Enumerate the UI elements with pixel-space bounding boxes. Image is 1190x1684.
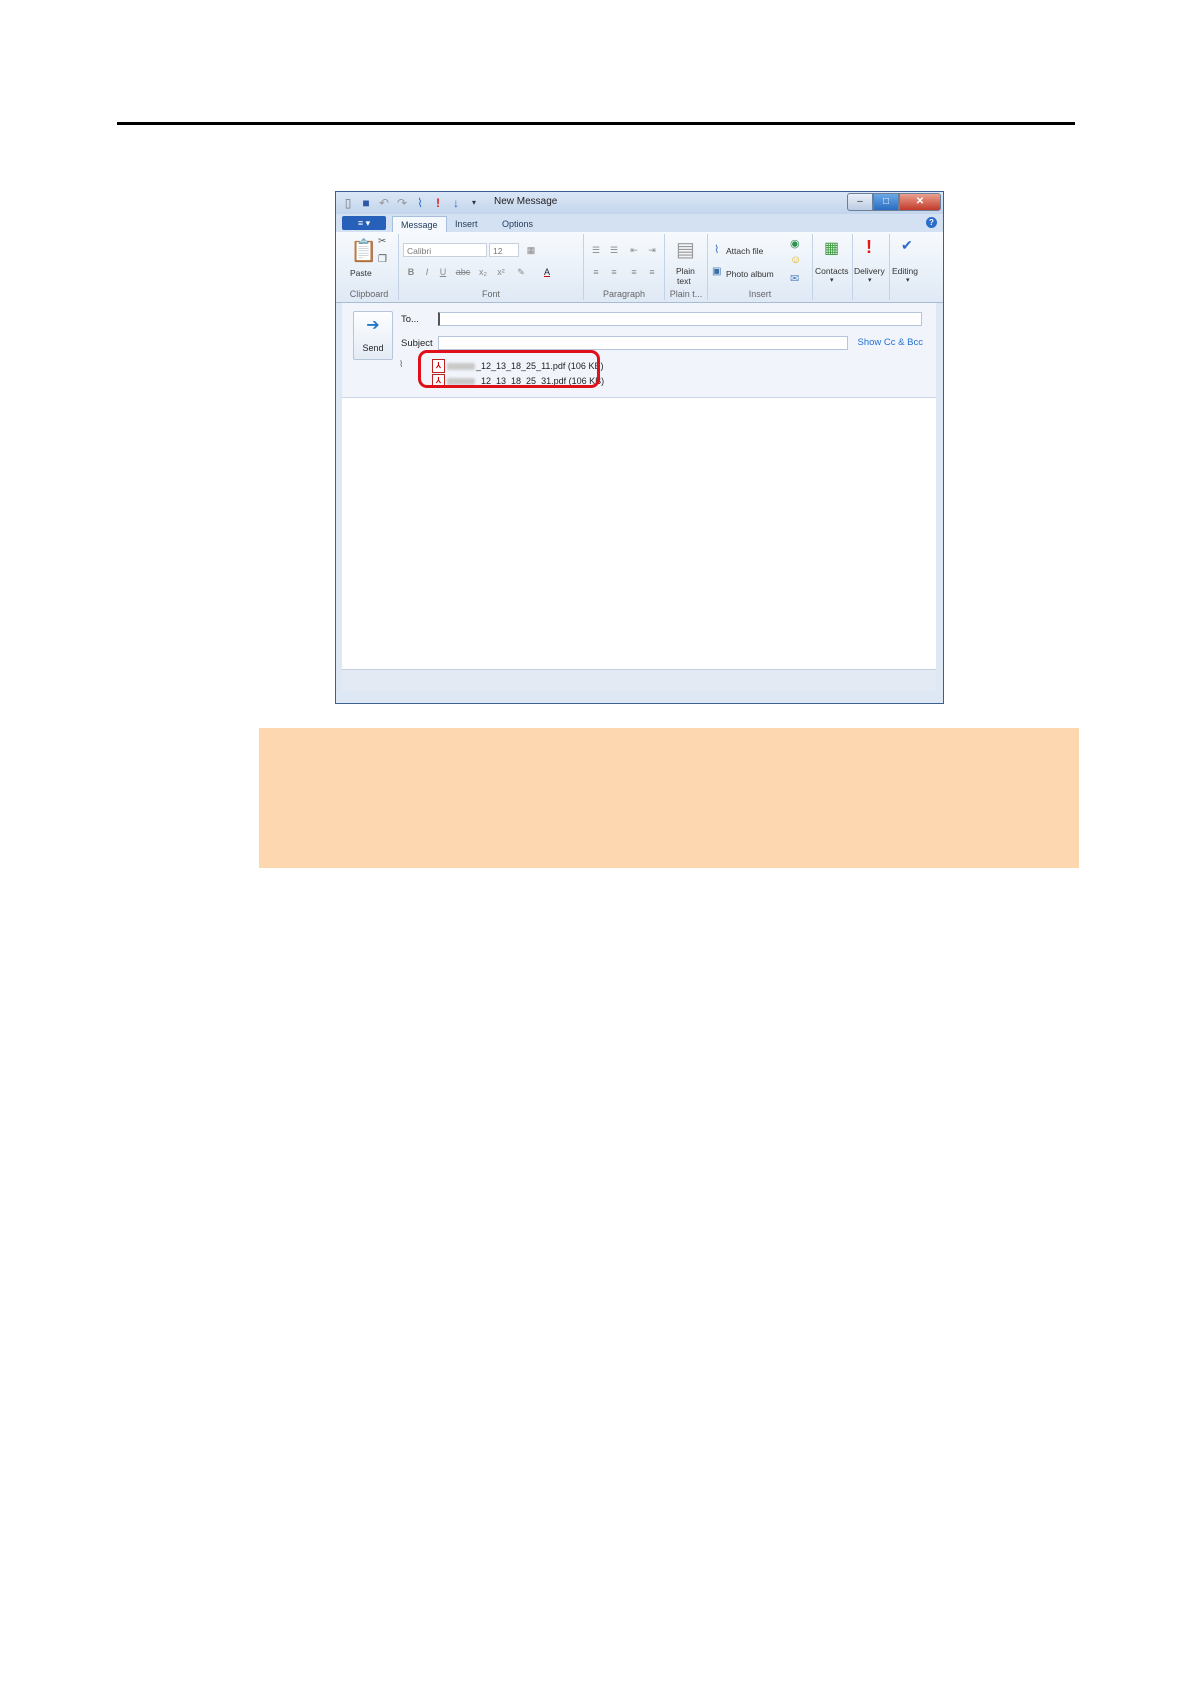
- font-color-icon[interactable]: A: [539, 265, 555, 279]
- title-bar: ▯ ■ ↶ ↷ ⌇ ! ↓ ▾ New Message – □ ✕: [336, 192, 943, 214]
- tab-options[interactable]: Options: [494, 216, 541, 232]
- minimize-button[interactable]: –: [847, 193, 873, 211]
- increase-indent-icon[interactable]: ⇥: [644, 243, 660, 257]
- to-field[interactable]: [438, 312, 922, 326]
- attachment-paperclip-icon: ⌇: [399, 359, 404, 369]
- signature-icon[interactable]: ◉: [790, 237, 800, 250]
- justify-icon[interactable]: ≡: [644, 265, 660, 279]
- delivery-icon[interactable]: !: [866, 237, 872, 258]
- editing-dropdown-icon[interactable]: ▾: [906, 276, 910, 284]
- file-menu-button[interactable]: ≡ ▾: [342, 216, 386, 230]
- contacts-dropdown-icon[interactable]: ▾: [830, 276, 834, 284]
- delivery-dropdown-icon[interactable]: ▾: [868, 276, 872, 284]
- help-icon[interactable]: ?: [926, 217, 937, 228]
- italic-button[interactable]: I: [419, 265, 435, 279]
- qat-dropdown-icon[interactable]: ▾: [468, 196, 480, 210]
- attach-file-button[interactable]: Attach file: [726, 246, 763, 256]
- editing-group: ✔ Editing ▾: [891, 234, 927, 300]
- window-controls: – □ ✕: [847, 193, 941, 211]
- contacts-group: ▦ Contacts ▾: [814, 234, 853, 300]
- tab-insert[interactable]: Insert: [447, 216, 486, 232]
- font-name-select[interactable]: Calibri: [403, 243, 487, 257]
- underline-button[interactable]: U: [435, 265, 451, 279]
- close-button[interactable]: ✕: [899, 193, 941, 211]
- delivery-group: ! Delivery ▾: [854, 234, 890, 300]
- font-size-select[interactable]: 12: [489, 243, 519, 257]
- plain-text-group: ▤ Plain text Plain t...: [665, 234, 708, 300]
- status-bar: [342, 669, 936, 691]
- bullet-list-icon[interactable]: ☰: [606, 243, 622, 257]
- copy-icon[interactable]: ❐: [378, 254, 387, 265]
- format-painter-icon[interactable]: ▦: [523, 243, 539, 257]
- insert-group: ⌇ Attach file ▣ Photo album ◉ ☺ ✉ Insert: [708, 234, 813, 300]
- emoticon-icon[interactable]: ☺: [790, 254, 801, 266]
- photo-album-icon[interactable]: ▣: [712, 266, 721, 277]
- to-button[interactable]: To...: [401, 314, 419, 325]
- subject-label: Subject: [401, 338, 433, 349]
- strikethrough-button[interactable]: abc: [455, 265, 471, 279]
- save-icon[interactable]: ■: [360, 196, 372, 210]
- contacts-button[interactable]: Contacts: [815, 266, 849, 276]
- note-box: [259, 728, 1079, 868]
- message-header: ➔ Send To... Subject Show Cc & Bcc ⌇ ⅄ _…: [342, 303, 936, 398]
- attachments-highlight-ring: [418, 350, 600, 388]
- show-cc-bcc-link[interactable]: Show Cc & Bcc: [858, 337, 923, 348]
- align-center-icon[interactable]: ≡: [606, 265, 622, 279]
- align-right-icon[interactable]: ≡: [626, 265, 642, 279]
- attach-file-icon[interactable]: ⌇: [714, 243, 719, 256]
- new-doc-icon[interactable]: ▯: [342, 196, 354, 210]
- delivery-button[interactable]: Delivery: [854, 266, 885, 276]
- low-priority-icon[interactable]: ↓: [450, 196, 462, 210]
- page-top-rule: [117, 122, 1075, 125]
- subscript-button[interactable]: x₂: [475, 265, 491, 279]
- window-title: New Message: [494, 196, 558, 207]
- send-label: Send: [362, 343, 384, 353]
- paste-icon[interactable]: 📋: [350, 238, 377, 264]
- insert-group-label: Insert: [748, 289, 772, 299]
- plain-text-icon[interactable]: ▤: [676, 237, 695, 262]
- paragraph-group: ☰ ☰ ⇤ ⇥ ≡ ≡ ≡ ≡ Paragraph: [584, 234, 665, 300]
- bold-button[interactable]: B: [403, 265, 419, 279]
- contacts-icon[interactable]: ▦: [824, 238, 839, 258]
- clipboard-group: 📋 ✂ ❐ Paste Clipboard: [340, 234, 399, 300]
- font-group-label: Font: [481, 289, 500, 299]
- message-body-editor[interactable]: [342, 398, 936, 669]
- ribbon: 📋 ✂ ❐ Paste Clipboard Calibri 12 ▦ B I U…: [336, 232, 943, 303]
- numbered-list-icon[interactable]: ☰: [588, 243, 604, 257]
- decrease-indent-icon[interactable]: ⇤: [626, 243, 642, 257]
- send-button[interactable]: ➔ Send: [353, 311, 393, 360]
- send-icon: ➔: [366, 317, 380, 334]
- clipboard-group-label: Clipboard: [349, 289, 389, 299]
- paragraph-group-label: Paragraph: [602, 289, 646, 299]
- plain-text-label-2[interactable]: text: [677, 276, 691, 286]
- high-priority-icon[interactable]: !: [432, 196, 444, 210]
- highlight-icon[interactable]: ✎: [513, 265, 529, 279]
- subject-field[interactable]: [438, 336, 848, 350]
- ribbon-tabs: ≡ ▾ Message Insert Options ?: [336, 214, 943, 233]
- redo-icon[interactable]: ↷: [396, 196, 408, 210]
- quick-access-toolbar: ▯ ■ ↶ ↷ ⌇ ! ↓ ▾: [342, 196, 480, 210]
- font-group: Calibri 12 ▦ B I U abc x₂ x² ✎ A Font: [399, 234, 584, 300]
- photo-album-button[interactable]: Photo album: [726, 269, 774, 279]
- plain-text-group-label: Plain t...: [669, 289, 703, 299]
- new-message-window: ▯ ■ ↶ ↷ ⌇ ! ↓ ▾ New Message – □ ✕ ≡ ▾ Me…: [335, 191, 944, 704]
- undo-icon[interactable]: ↶: [378, 196, 390, 210]
- maximize-button[interactable]: □: [873, 193, 899, 211]
- cut-icon[interactable]: ✂: [378, 236, 386, 247]
- align-left-icon[interactable]: ≡: [588, 265, 604, 279]
- stationery-icon[interactable]: ✉: [790, 272, 799, 285]
- paste-button[interactable]: Paste: [350, 268, 372, 278]
- editing-button[interactable]: Editing: [892, 266, 918, 276]
- spell-check-icon[interactable]: ✔: [901, 237, 913, 254]
- tab-message[interactable]: Message: [392, 216, 447, 233]
- paperclip-icon[interactable]: ⌇: [414, 196, 426, 210]
- plain-text-label-1[interactable]: Plain: [676, 266, 695, 276]
- superscript-button[interactable]: x²: [493, 265, 509, 279]
